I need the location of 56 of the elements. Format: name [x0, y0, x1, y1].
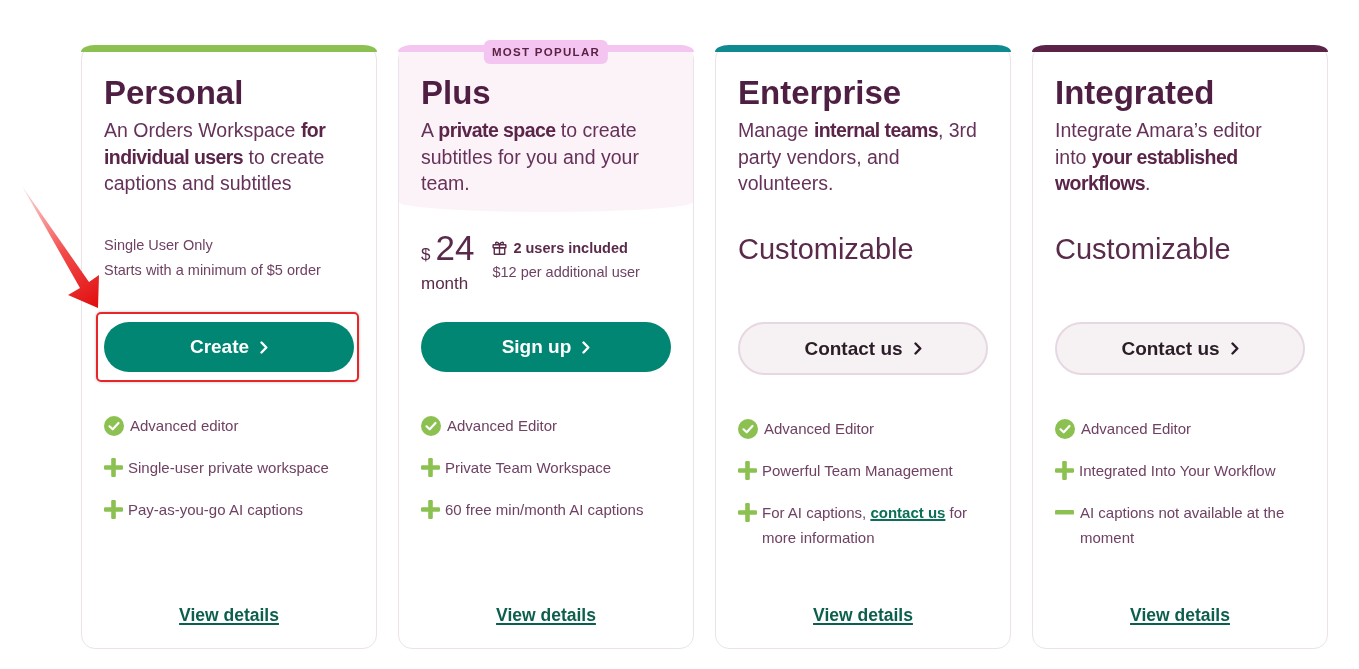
- feature-text: Advanced editor: [130, 416, 239, 436]
- view-details-link[interactable]: View details: [1130, 605, 1230, 625]
- feature-text: Pay-as-you-go AI captions: [128, 500, 304, 520]
- view-details-link[interactable]: View details: [179, 605, 279, 625]
- extra-user-price: $12 per additional user: [492, 263, 640, 282]
- currency-symbol: $: [421, 244, 431, 266]
- plan-description: Integrate Amara’s editor into your established workflows.: [1055, 118, 1263, 196]
- plan-title: Personal: [104, 73, 245, 113]
- chevron-right-icon: [260, 340, 269, 354]
- contact-link[interactable]: contact us: [870, 504, 946, 521]
- plus-icon: [421, 500, 440, 519]
- custom-price: Customizable: [738, 233, 915, 265]
- feature-text: Private Team Workspace: [445, 458, 612, 478]
- plus-icon: [738, 503, 757, 522]
- included-users: 2 users included: [513, 239, 628, 256]
- feature-text: Single-user private workspace: [128, 458, 329, 478]
- plan-title: Plus: [421, 73, 492, 113]
- cta-button[interactable]: Contact us: [738, 322, 988, 375]
- chevron-right-icon: [1230, 342, 1239, 355]
- popular-badge: MOST POPULAR: [483, 40, 609, 64]
- plus-icon: [104, 458, 123, 477]
- plan-description: Manage internal teams, 3rd party vendors, and volunteers.: [738, 118, 978, 196]
- plan-description: A private space to create subtitles for you and your team.: [421, 118, 640, 196]
- view-details-link[interactable]: View details: [813, 605, 913, 625]
- check-circle-icon: [738, 418, 758, 439]
- chevron-right-icon: [582, 340, 591, 354]
- plan-description: An Orders Workspace for individual users to create captions and subtitles: [104, 118, 327, 196]
- price-period: month: [421, 273, 470, 295]
- cta-button[interactable]: Contact us: [1055, 322, 1305, 375]
- check-circle-icon: [104, 415, 124, 436]
- view-details-link[interactable]: View details: [496, 605, 596, 625]
- chevron-right-icon: [913, 342, 922, 355]
- pricing-note: Single User Only: [104, 236, 214, 255]
- pricing-note: Starts with a minimum of $5 order: [104, 261, 322, 280]
- cta-button[interactable]: Create: [104, 322, 354, 372]
- check-circle-icon: [421, 415, 441, 436]
- feature-text: For AI captions, contact us for more information: [762, 503, 969, 548]
- check-circle-icon: [1055, 418, 1075, 439]
- plus-icon: [1055, 461, 1074, 480]
- feature-text: Advanced Editor: [1081, 419, 1192, 439]
- feature-text: Powerful Team Management: [762, 461, 953, 481]
- feature-text: AI captions not available at the moment: [1080, 503, 1286, 548]
- feature-text: 60 free min/month AI captions: [445, 500, 644, 520]
- plan-title: Enterprise: [738, 73, 903, 113]
- price-amount: 24: [435, 230, 475, 266]
- custom-price: Customizable: [1055, 233, 1232, 265]
- feature-text: Advanced Editor: [447, 416, 558, 436]
- cta-button[interactable]: Sign up: [421, 322, 671, 372]
- feature-text: Integrated Into Your Workflow: [1079, 461, 1276, 481]
- gift-icon: [492, 240, 508, 255]
- minus-icon: [1055, 510, 1074, 515]
- plus-icon: [421, 458, 440, 477]
- feature-text: Advanced Editor: [764, 419, 875, 439]
- plan-title: Integrated: [1055, 73, 1216, 113]
- plus-icon: [738, 461, 757, 480]
- plus-icon: [104, 500, 123, 519]
